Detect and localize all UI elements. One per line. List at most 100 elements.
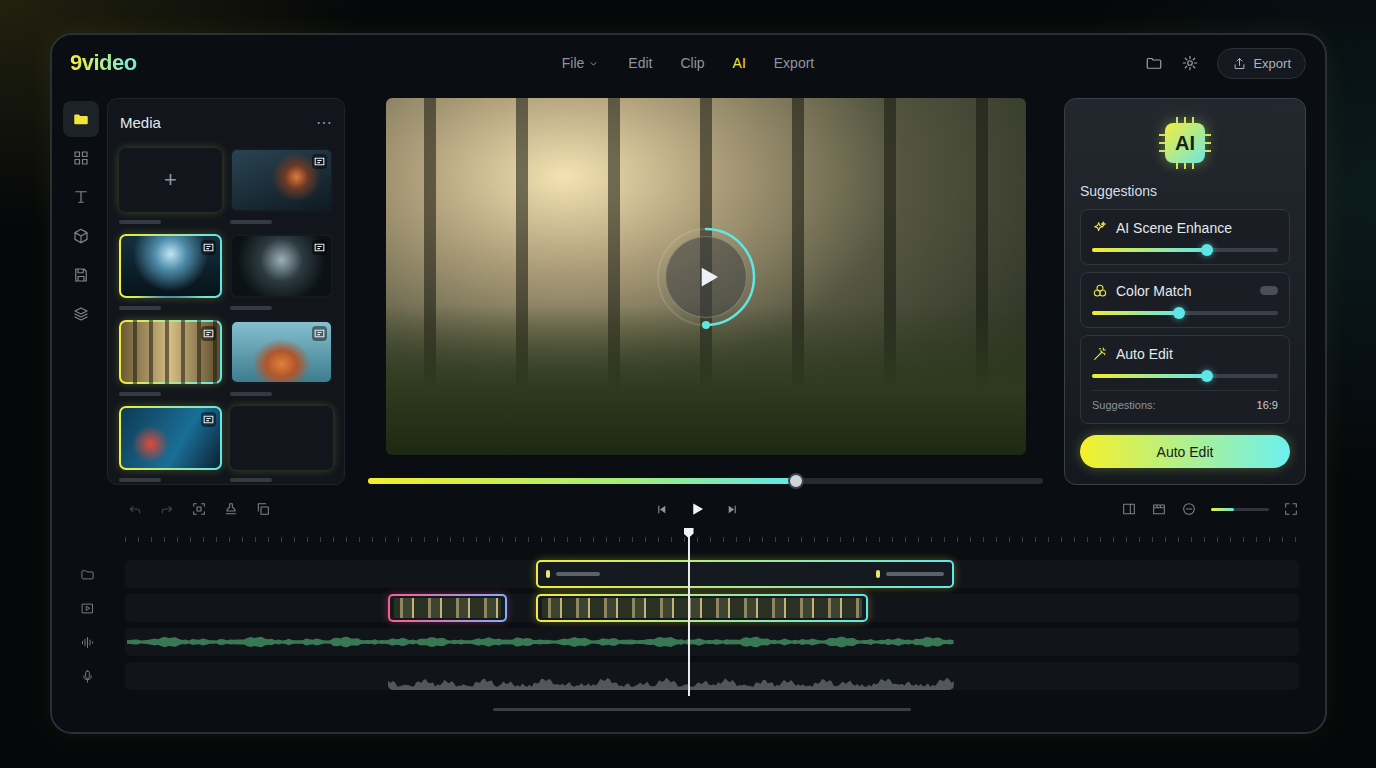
screen: 9video File Edit Clip AI Export Export Media⋯ + A… xyxy=(0,0,1376,768)
skip-back-icon[interactable] xyxy=(655,503,668,516)
zoom-fill xyxy=(1211,508,1234,511)
media-item[interactable]: + xyxy=(119,148,222,224)
media-item[interactable] xyxy=(230,320,333,396)
gear-icon[interactable] xyxy=(1181,54,1199,72)
track xyxy=(125,560,1299,588)
menu-item[interactable]: File xyxy=(560,51,603,75)
scan-icon[interactable] xyxy=(191,501,207,517)
video-preview[interactable] xyxy=(386,98,1026,455)
panel-icon[interactable] xyxy=(1121,501,1137,517)
view-tools xyxy=(1121,501,1299,517)
track xyxy=(125,628,1299,656)
sidebar-item[interactable] xyxy=(63,296,99,332)
save-icon xyxy=(72,266,90,284)
suggestion-label: Auto Edit xyxy=(1116,346,1278,362)
folder-icon xyxy=(72,110,90,128)
suggestion-slider[interactable] xyxy=(1092,374,1278,378)
track-lanes xyxy=(125,528,1299,690)
info-label: Suggestions: xyxy=(1092,399,1156,411)
zoom-out-icon[interactable] xyxy=(1181,501,1197,517)
transport-bar xyxy=(62,495,1306,523)
preview-area xyxy=(345,98,1064,485)
suggestion-card: Auto Edit Suggestions:16:9 xyxy=(1080,335,1290,424)
track-label xyxy=(62,594,125,622)
sidebar-item[interactable] xyxy=(63,257,99,293)
export-button[interactable]: Export xyxy=(1217,48,1306,79)
suggestion-header: AI Scene Enhance xyxy=(1092,219,1278,236)
toggle-switch[interactable] xyxy=(1260,286,1278,295)
media-thumbnail[interactable] xyxy=(119,320,222,384)
media-thumbnail[interactable] xyxy=(119,406,222,470)
more-button[interactable]: ⋯ xyxy=(316,113,332,132)
add-media-button[interactable]: + xyxy=(164,167,177,193)
timeline-clip[interactable] xyxy=(536,560,954,588)
fullscreen-icon[interactable] xyxy=(1283,501,1299,517)
play-icon xyxy=(693,262,723,292)
playhead[interactable] xyxy=(688,532,690,696)
media-header: Media⋯ xyxy=(108,99,344,131)
undo-icon[interactable] xyxy=(127,501,143,517)
auto-edit-button[interactable]: Auto Edit xyxy=(1080,435,1290,468)
sidebar-item[interactable] xyxy=(63,218,99,254)
media-grid: + xyxy=(108,131,344,482)
layers-icon xyxy=(72,305,90,323)
menu-item[interactable]: Clip xyxy=(678,51,706,75)
media-thumbnail[interactable]: + xyxy=(119,148,222,212)
suggestion-label: Color Match xyxy=(1116,283,1252,299)
video-icon xyxy=(80,601,95,616)
timeline-clip[interactable] xyxy=(127,628,953,656)
suggestion-slider[interactable] xyxy=(1092,311,1278,315)
track-label xyxy=(62,628,125,656)
play-button[interactable] xyxy=(665,236,747,318)
menu-item[interactable]: Edit xyxy=(626,51,654,75)
ai-chip: AI xyxy=(1157,115,1213,171)
media-item[interactable] xyxy=(119,320,222,396)
menu-item[interactable]: Export xyxy=(772,51,816,75)
folder-icon xyxy=(80,567,95,582)
media-thumbnail[interactable] xyxy=(230,320,333,384)
media-item[interactable] xyxy=(230,234,333,310)
timeline-clip[interactable] xyxy=(388,662,954,690)
sidebar-item[interactable] xyxy=(63,179,99,215)
media-thumbnail[interactable] xyxy=(230,148,333,212)
playback-progress[interactable] xyxy=(368,478,1043,484)
app-logo[interactable]: 9video xyxy=(70,50,137,76)
timeline-clip[interactable] xyxy=(388,594,507,622)
redo-icon[interactable] xyxy=(159,501,175,517)
suggestion-slider[interactable] xyxy=(1092,248,1278,252)
zoom-slider[interactable] xyxy=(1211,508,1269,511)
skip-forward-icon[interactable] xyxy=(726,503,739,516)
progress-handle[interactable] xyxy=(788,473,804,489)
play-overlay[interactable] xyxy=(654,225,758,329)
track xyxy=(125,662,1299,690)
slider-handle[interactable] xyxy=(1201,370,1213,382)
time-ruler[interactable] xyxy=(125,528,1299,542)
folder-icon[interactable] xyxy=(1145,54,1163,72)
slider-handle[interactable] xyxy=(1173,307,1185,319)
media-caption xyxy=(119,306,161,310)
copy-icon[interactable] xyxy=(255,501,271,517)
media-item[interactable] xyxy=(119,234,222,310)
progress-fill xyxy=(368,478,796,484)
media-thumbnail[interactable] xyxy=(230,406,333,470)
menu-item[interactable]: AI xyxy=(731,51,748,75)
clip-filmstrip xyxy=(542,598,862,618)
suggestion-info: Suggestions:16:9 xyxy=(1092,390,1278,411)
editor-window: 9video File Edit Clip AI Export Export Media⋯ + A… xyxy=(50,33,1327,734)
timeline-scrollbar[interactable] xyxy=(493,708,911,711)
upload-icon xyxy=(1232,56,1247,71)
playback-controls xyxy=(655,500,739,518)
sidebar-item[interactable] xyxy=(63,140,99,176)
media-item[interactable] xyxy=(230,148,333,224)
media-item[interactable] xyxy=(230,406,333,482)
slider-handle[interactable] xyxy=(1201,244,1213,256)
stamp-icon[interactable] xyxy=(223,501,239,517)
timeline-clip[interactable] xyxy=(536,594,868,622)
media-item[interactable] xyxy=(119,406,222,482)
play-icon[interactable] xyxy=(688,500,706,518)
sidebar-item[interactable] xyxy=(63,101,99,137)
media-thumbnail[interactable] xyxy=(119,234,222,298)
left-area: Media⋯ + xyxy=(62,98,345,485)
media-thumbnail[interactable] xyxy=(230,234,333,298)
captions-icon[interactable] xyxy=(1151,501,1167,517)
